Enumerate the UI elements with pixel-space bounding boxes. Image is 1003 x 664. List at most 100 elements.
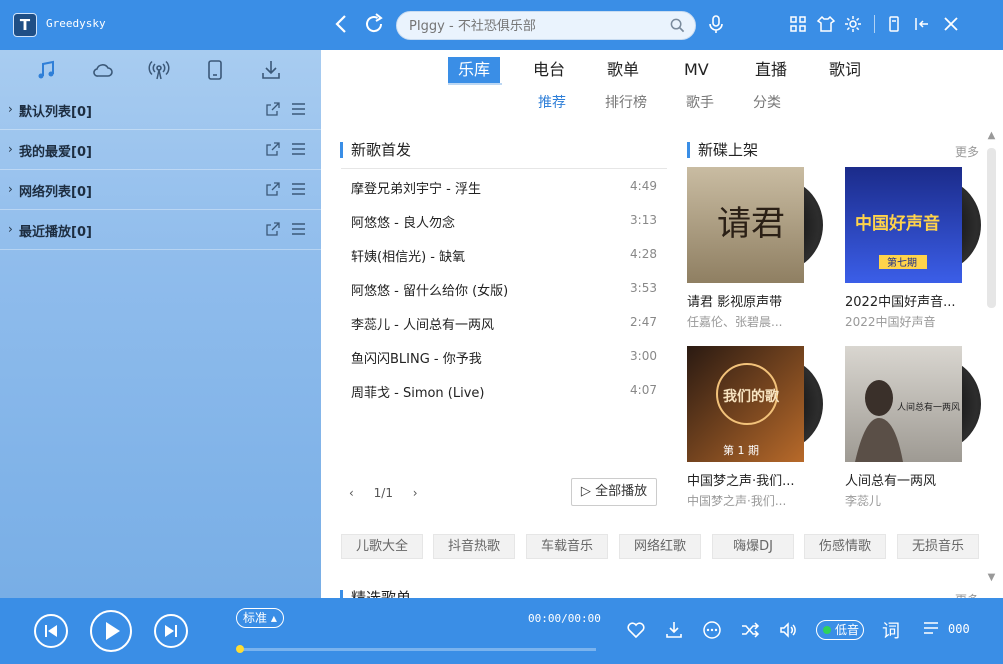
playlist-row[interactable]: › 默认列表[0] [0, 90, 321, 130]
radio-icon[interactable] [147, 58, 171, 82]
tag-chip[interactable]: 车载音乐 [526, 534, 608, 559]
open-external-icon[interactable] [266, 222, 280, 236]
shuffle-icon[interactable] [740, 620, 760, 640]
tab-live[interactable]: 直播 [755, 57, 787, 83]
desktop-lyric-button[interactable]: 词 [882, 617, 900, 643]
next-page-icon[interactable]: › [413, 486, 418, 500]
device-icon[interactable] [203, 58, 227, 82]
minimize-icon[interactable] [912, 14, 932, 34]
tab-radio[interactable]: 电台 [533, 57, 565, 83]
search-input[interactable] [409, 17, 659, 35]
album-title: 2022中国好声音... [845, 295, 956, 310]
search-box[interactable] [396, 11, 696, 40]
subtab-categories[interactable]: 分类 [753, 92, 781, 112]
previous-button[interactable] [34, 614, 68, 648]
album-cover-text: 我们的歌 [723, 388, 780, 405]
microphone-icon[interactable] [706, 14, 726, 34]
subtab-artists[interactable]: 歌手 [686, 92, 714, 112]
tag-chip[interactable]: 网络红歌 [619, 534, 701, 559]
album-card[interactable]: 我们的歌 第 1 期 中国梦之声·我们... 中国梦之声·我们... [687, 346, 827, 511]
playlist-row[interactable]: › 最近播放[0] [0, 210, 321, 250]
tag-list: 儿歌大全 抖音热歌 车载音乐 网络红歌 嗨爆DJ 伤感情歌 无损音乐 [341, 534, 1001, 560]
volume-icon[interactable] [778, 620, 798, 640]
download-icon[interactable] [259, 58, 283, 82]
tab-lyrics[interactable]: 歌词 [829, 57, 861, 83]
heart-icon[interactable] [626, 620, 646, 640]
close-icon[interactable] [941, 14, 961, 34]
chevron-right-icon: › [8, 142, 13, 156]
tab-library[interactable]: 乐库 [448, 57, 501, 83]
song-row[interactable]: 轩姨(相信光) - 缺氧 4:28 [341, 237, 667, 271]
next-button[interactable] [154, 614, 188, 648]
subtab-recommend[interactable]: 推荐 [538, 92, 566, 112]
song-row[interactable]: 阿悠悠 - 良人勿念 3:13 [341, 203, 667, 237]
tab-playlists[interactable]: 歌单 [607, 57, 639, 83]
playlist-list: › 默认列表[0] › 我的最爱[0] › 网络列表[0] › 最近播放[0] [0, 90, 321, 250]
album-cover[interactable]: 请君 [687, 167, 804, 283]
music-note-icon[interactable] [34, 58, 58, 82]
song-duration: 4:49 [630, 179, 657, 193]
playlist-row[interactable]: › 我的最爱[0] [0, 130, 321, 170]
scroll-down-icon[interactable]: ▼ [986, 573, 997, 583]
sound-effect-toggle[interactable]: 低音 [816, 620, 864, 640]
open-external-icon[interactable] [266, 182, 280, 196]
tab-mv[interactable]: MV [684, 57, 709, 83]
new-albums-title: 新碟上架 [687, 142, 758, 158]
album-card[interactable]: 人间总有一两风 人间总有一两风 李蕊儿 [845, 346, 985, 511]
subtab-charts[interactable]: 排行榜 [605, 92, 647, 112]
play-button[interactable] [90, 610, 132, 652]
mini-mode-icon[interactable] [884, 14, 904, 34]
song-row[interactable]: 阿悠悠 - 留什么给你 (女版) 3:53 [341, 271, 667, 305]
playlist-row[interactable]: › 网络列表[0] [0, 170, 321, 210]
song-list: 摩登兄弟刘宇宁 - 浮生 4:49 阿悠悠 - 良人勿念 3:13 轩姨(相信光) … [341, 168, 667, 407]
more-link[interactable]: 更多 [955, 591, 979, 598]
open-external-icon[interactable] [266, 102, 280, 116]
prev-page-icon[interactable]: ‹ [349, 486, 354, 500]
album-cover[interactable]: 中国好声音 第七期 [845, 167, 962, 283]
song-row[interactable]: 鱼闪闪BLING - 你予我 3:00 [341, 339, 667, 373]
back-button[interactable] [330, 12, 354, 36]
album-cover-text: 中国好声音 [855, 213, 940, 234]
tag-chip[interactable]: 嗨爆DJ [712, 534, 794, 559]
album-cover[interactable]: 人间总有一两风 [845, 346, 962, 462]
song-name: 阿悠悠 - 良人勿念 [351, 216, 455, 231]
quality-label: 标准 [243, 611, 268, 625]
song-row[interactable]: 李蕊儿 - 人间总有一两风 2:47 [341, 305, 667, 339]
vertical-scrollbar[interactable]: ▲ ▼ [984, 130, 998, 590]
play-all-button[interactable]: ▷ 全部播放 [571, 478, 657, 506]
refresh-button[interactable] [362, 12, 386, 36]
album-artist: 2022中国好声音 [845, 315, 936, 329]
menu-icon[interactable] [291, 142, 306, 156]
open-external-icon[interactable] [266, 142, 280, 156]
album-cover[interactable]: 我们的歌 第 1 期 [687, 346, 804, 462]
song-duration: 4:07 [630, 383, 657, 397]
tag-chip[interactable]: 伤感情歌 [804, 534, 886, 559]
album-card[interactable]: 中国好声音 第七期 2022中国好声音... 2022中国好声音 [845, 167, 985, 332]
album-title: 中国梦之声·我们... [687, 474, 795, 489]
song-row[interactable]: 摩登兄弟刘宇宁 - 浮生 4:49 [341, 169, 667, 203]
tag-chip[interactable]: 儿歌大全 [341, 534, 423, 559]
song-row[interactable]: 周菲戈 - Simon (Live) 4:07 [341, 373, 667, 407]
search-icon[interactable] [670, 18, 685, 33]
grid-icon[interactable] [788, 14, 808, 34]
menu-icon[interactable] [291, 222, 306, 236]
scroll-up-icon[interactable]: ▲ [986, 131, 997, 141]
cloud-icon[interactable] [91, 58, 115, 82]
tag-chip[interactable]: 抖音热歌 [433, 534, 515, 559]
download-icon[interactable] [664, 620, 684, 640]
gear-icon[interactable] [843, 14, 863, 34]
scroll-thumb[interactable] [987, 148, 996, 308]
playlist-icon[interactable] [922, 619, 940, 637]
more-link[interactable]: 更多 [955, 143, 979, 160]
skin-icon[interactable] [816, 14, 836, 34]
progress-bar[interactable] [236, 645, 596, 653]
quality-selector[interactable]: 标准 ▴ [236, 608, 284, 628]
tag-chip[interactable]: 无损音乐 [897, 534, 979, 559]
more-options-icon[interactable] [702, 620, 722, 640]
album-card[interactable]: 请君 请君 影视原声带 任嘉伦、张碧晨... [687, 167, 827, 332]
menu-icon[interactable] [291, 102, 306, 116]
menu-icon[interactable] [291, 182, 306, 196]
main-content: 乐库 电台 歌单 MV 直播 歌词 推荐 排行榜 歌手 分类 新歌首发 摩登兄弟… [321, 50, 1003, 598]
progress-knob[interactable] [236, 645, 244, 653]
player-bar: 标准 ▴ 00:00/00:00 低音 词 000 [0, 598, 1003, 664]
